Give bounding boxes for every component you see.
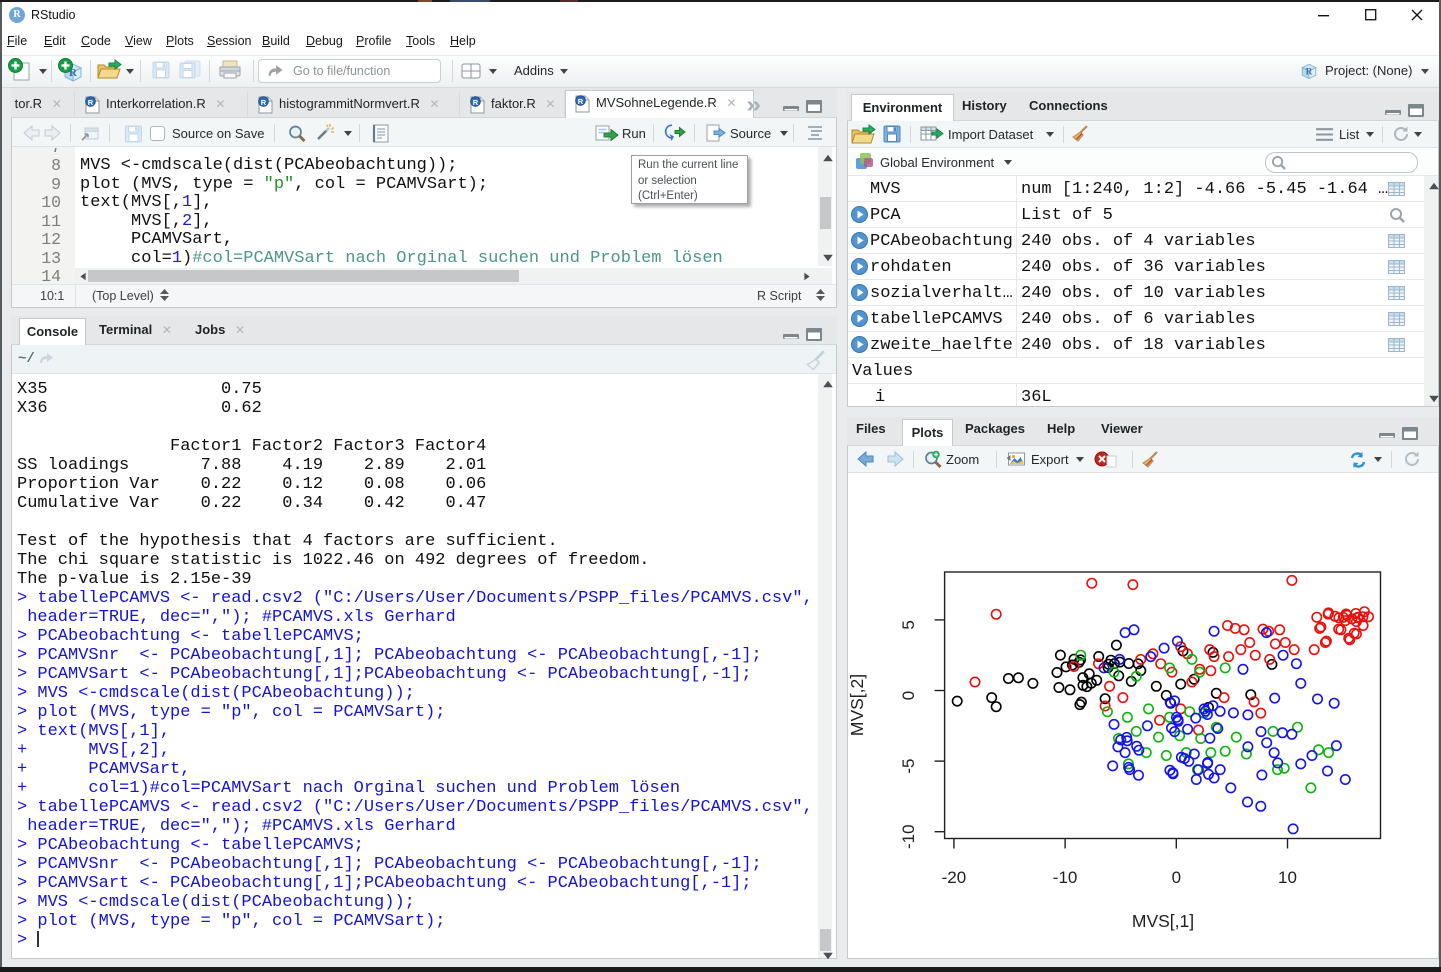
svg-text:MVS[,1]: MVS[,1] (1132, 911, 1194, 931)
svg-text:-10: -10 (1053, 868, 1078, 887)
svg-text:R: R (578, 97, 584, 106)
svg-text:0: 0 (899, 691, 918, 700)
svg-text:R: R (473, 98, 479, 107)
svg-text:R: R (1306, 67, 1313, 77)
svg-text:R: R (88, 98, 94, 107)
svg-text:5: 5 (899, 620, 918, 629)
svg-text:-10: -10 (899, 824, 918, 849)
svg-text:0: 0 (1172, 868, 1181, 887)
svg-text:10: 10 (1278, 868, 1297, 887)
svg-text:R: R (261, 98, 267, 107)
svg-text:MVS[,2]: MVS[,2] (848, 674, 867, 736)
svg-text:-20: -20 (942, 868, 967, 887)
svg-text:-5: -5 (899, 759, 918, 774)
